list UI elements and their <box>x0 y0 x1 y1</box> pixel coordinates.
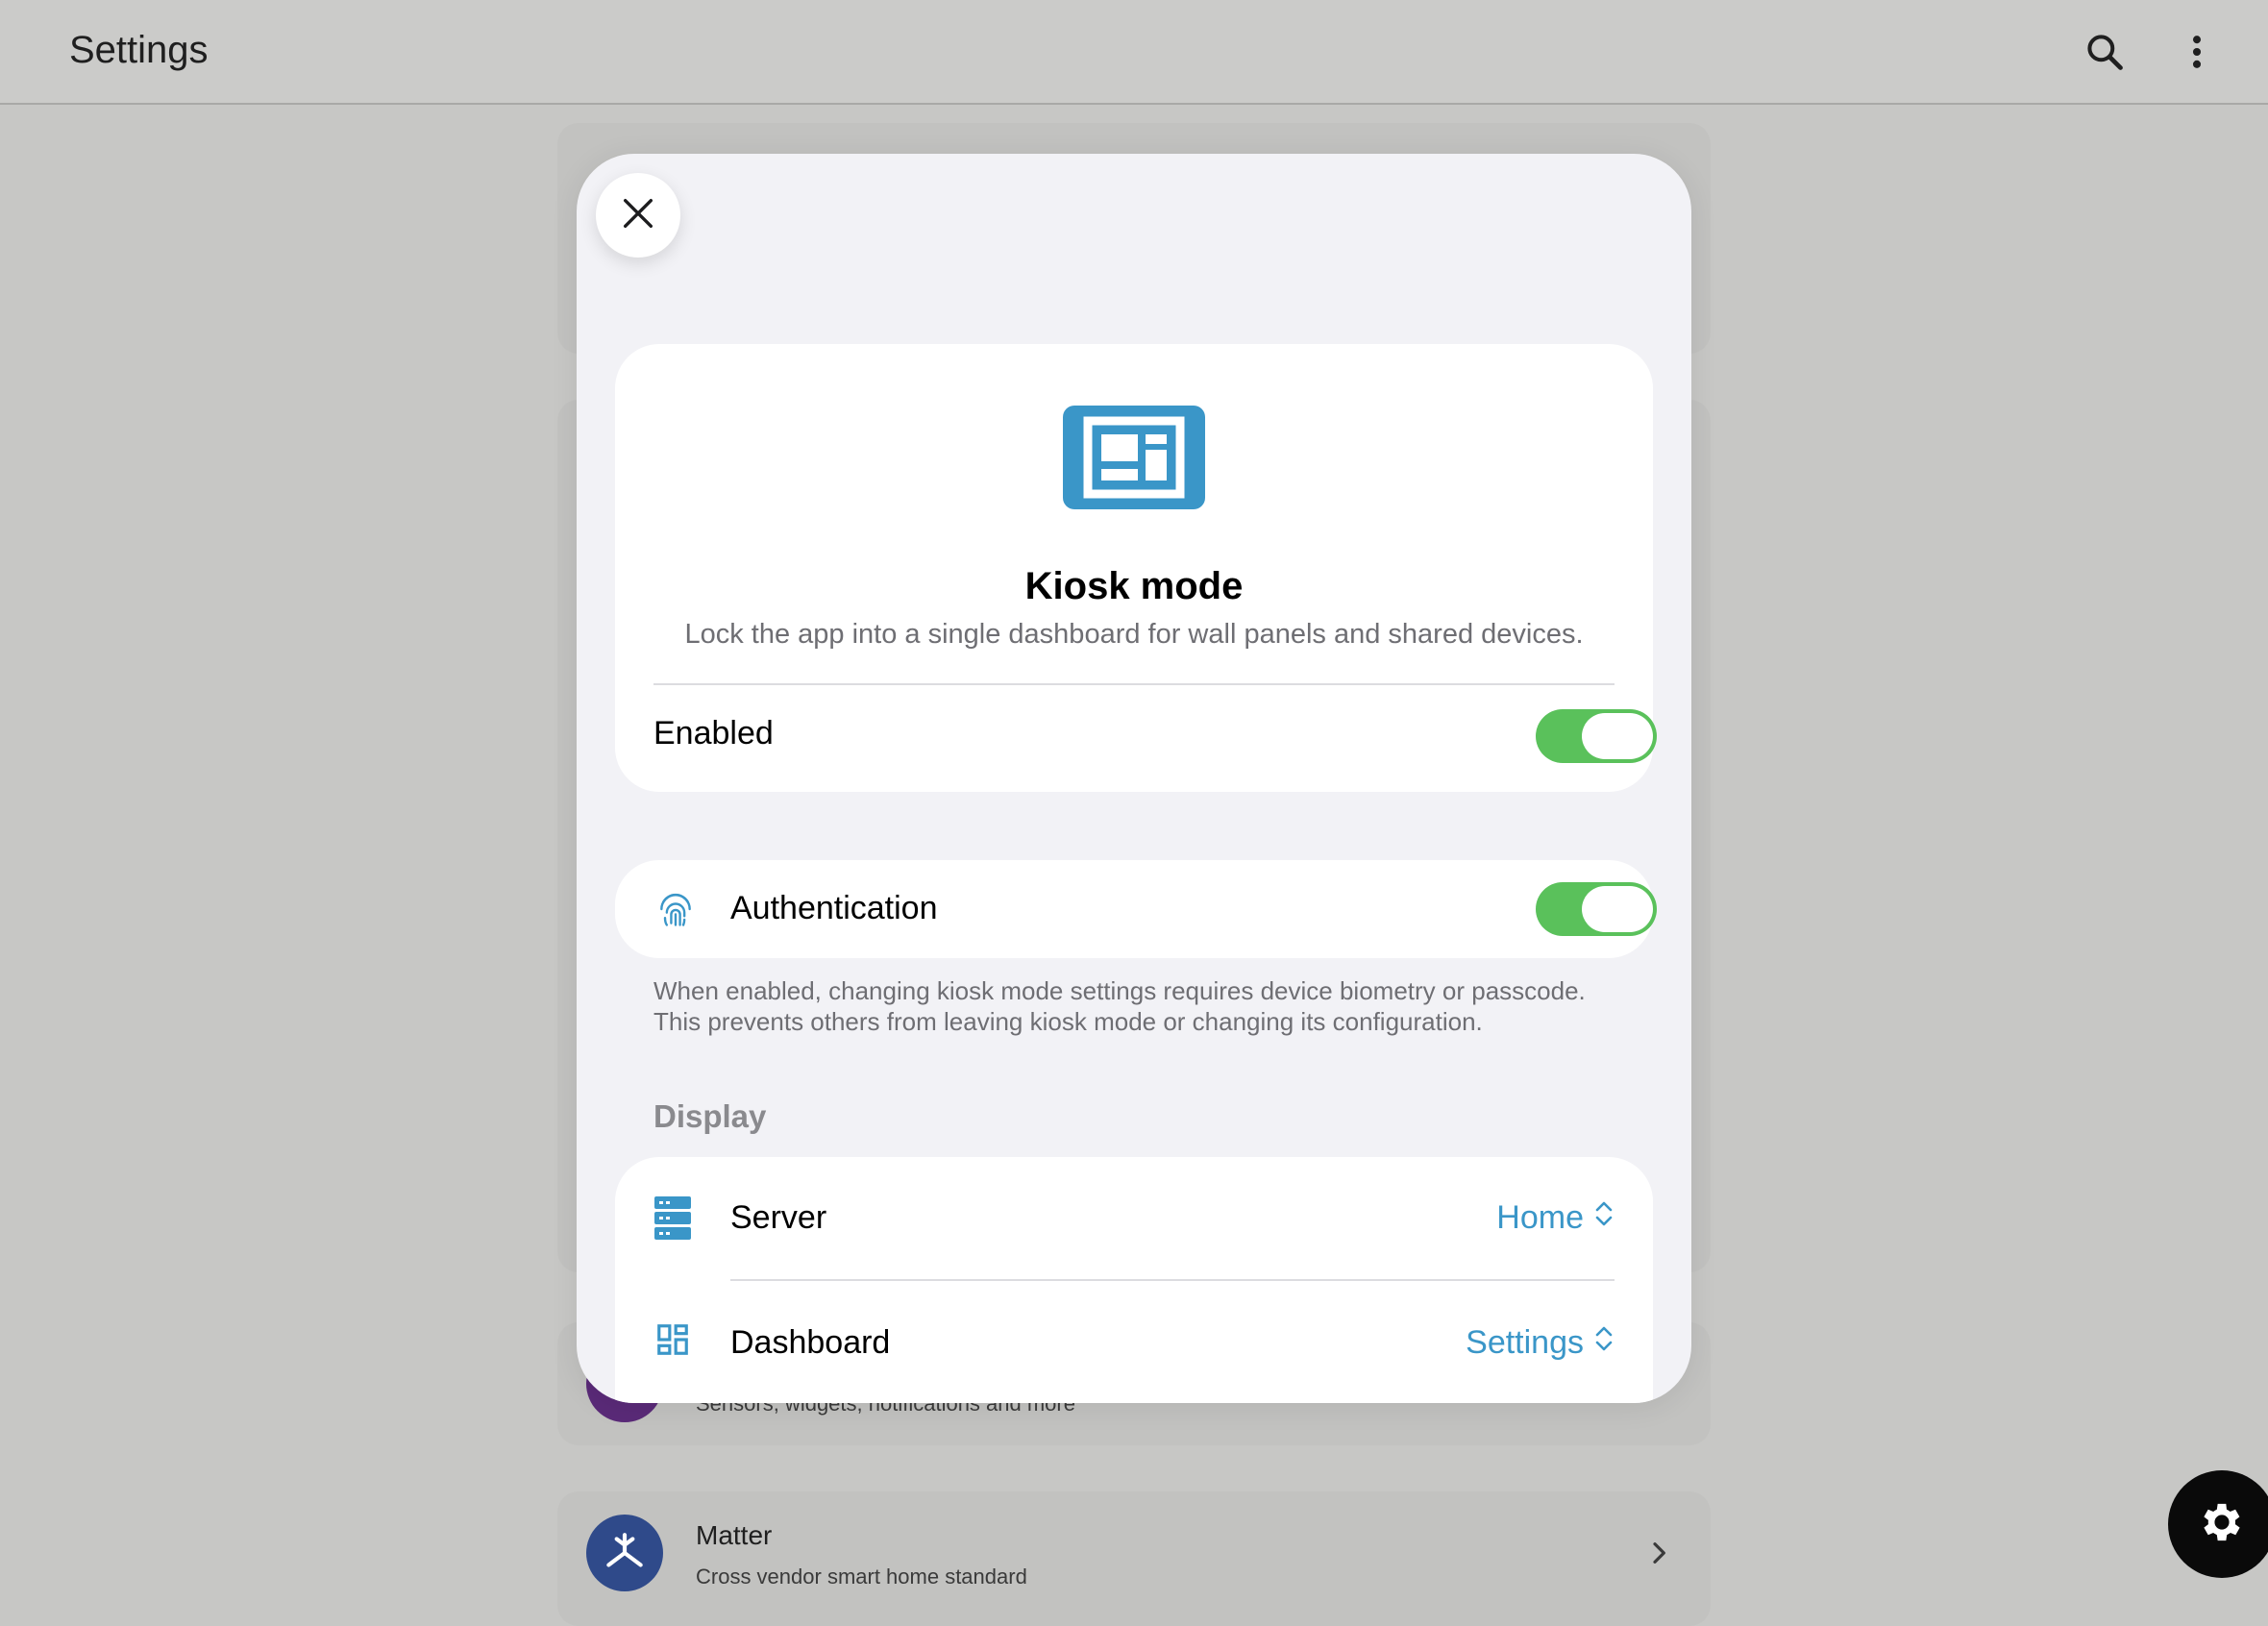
dashboard-panel-icon <box>1063 406 1205 509</box>
dashboard-picker[interactable]: Settings <box>1466 1324 1615 1362</box>
server-picker[interactable]: Home <box>1496 1199 1615 1237</box>
authentication-footnote: When enabled, changing kiosk mode settin… <box>653 976 1586 1036</box>
server-value: Home <box>1496 1199 1584 1236</box>
dashboard-value: Settings <box>1466 1324 1584 1361</box>
close-button[interactable] <box>596 173 680 258</box>
dashboard-row[interactable]: Dashboard Settings <box>615 1282 1653 1403</box>
dashboard-icon <box>653 1320 692 1359</box>
server-row[interactable]: Server Home <box>615 1157 1653 1280</box>
divider <box>653 683 1615 685</box>
kiosk-header-card: Kiosk mode Lock the app into a single da… <box>615 344 1657 792</box>
dashboard-label: Dashboard <box>730 1324 891 1361</box>
kiosk-description: Lock the app into a single dashboard for… <box>684 619 1584 650</box>
close-icon <box>619 194 657 237</box>
more-vert-icon[interactable] <box>2166 21 2228 83</box>
search-icon[interactable] <box>2074 21 2135 83</box>
chevron-up-down-icon <box>1593 1324 1615 1362</box>
display-section-title: Display <box>653 1098 767 1134</box>
settings-fab[interactable] <box>2168 1470 2268 1578</box>
kiosk-title: Kiosk mode <box>1024 565 1244 607</box>
authentication-label: Authentication <box>730 890 938 926</box>
server-label: Server <box>730 1199 827 1236</box>
display-card: Server Home Dashboard Settings <box>615 1157 1653 1403</box>
background-card-matter[interactable]: Matter Cross vendor smart home standard <box>557 1491 1711 1626</box>
authentication-card: Authentication <box>615 860 1657 958</box>
server-icon <box>653 1195 692 1242</box>
matter-subtitle: Cross vendor smart home standard <box>696 1564 1027 1589</box>
divider <box>730 1279 1615 1281</box>
app-bar-title: Settings <box>69 29 209 71</box>
fingerprint-icon <box>653 887 698 931</box>
matter-icon <box>586 1515 663 1591</box>
matter-title: Matter <box>696 1520 773 1550</box>
kiosk-mode-sheet: Kiosk mode Lock the app into a single da… <box>577 154 1691 1403</box>
app-bar: Settings <box>0 0 2268 105</box>
enabled-toggle[interactable] <box>1536 709 1657 763</box>
authentication-toggle[interactable] <box>1536 882 1657 936</box>
enabled-label: Enabled <box>653 715 774 751</box>
chevron-right-icon <box>1643 1538 1674 1573</box>
chevron-up-down-icon <box>1593 1199 1615 1237</box>
gear-icon <box>2197 1497 2247 1552</box>
